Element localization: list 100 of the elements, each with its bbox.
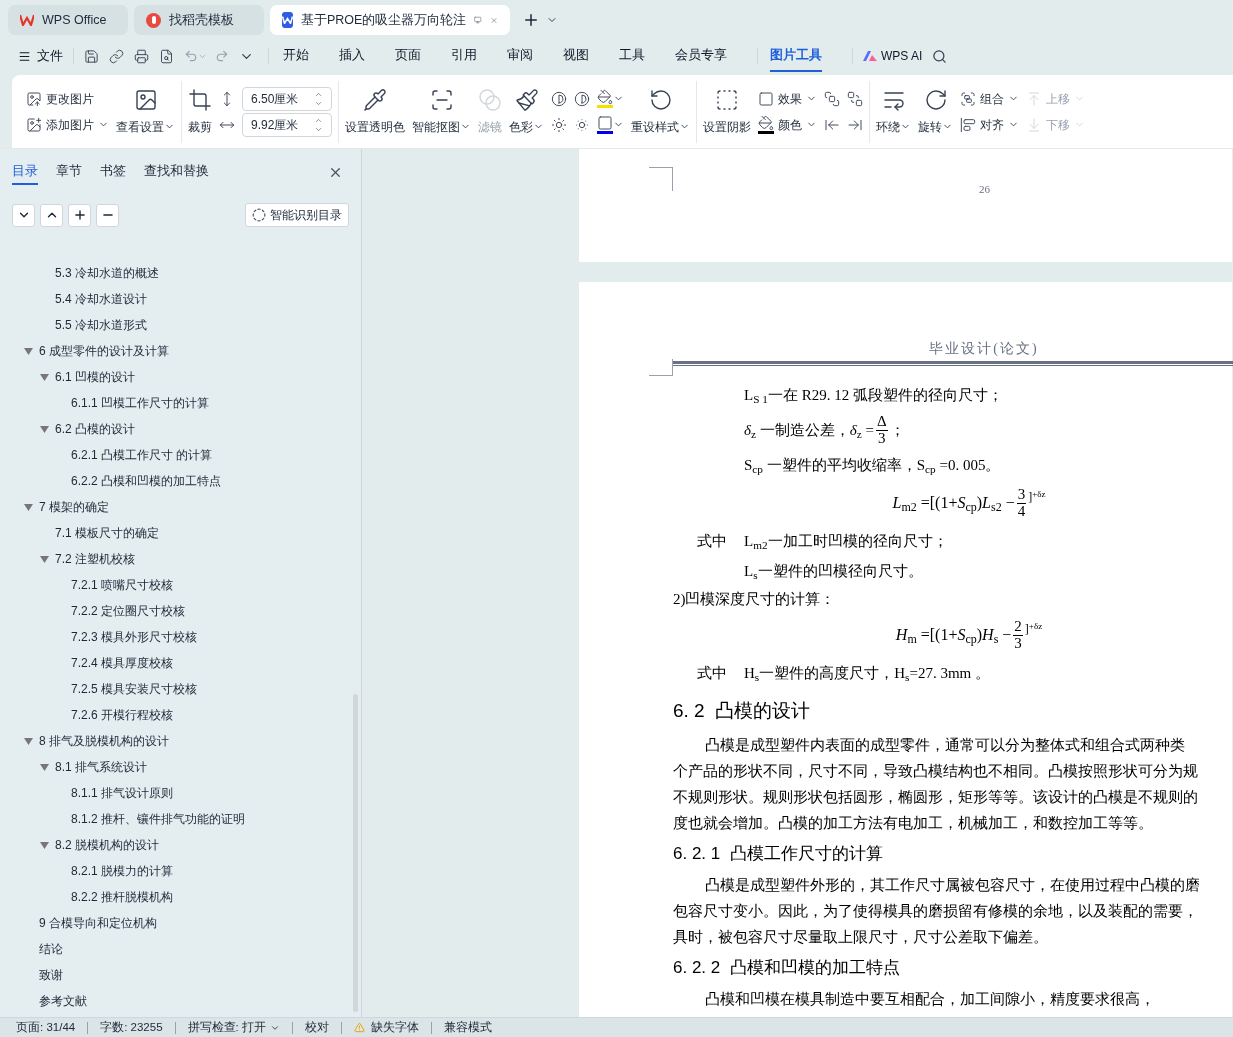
toc-item[interactable]: 8.1.1 排气设计原则 bbox=[0, 780, 347, 806]
ribbon-button[interactable]: 组合 bbox=[960, 85, 1019, 112]
save-icon[interactable] bbox=[84, 48, 99, 64]
ribbon-button[interactable]: 更改图片 bbox=[26, 85, 94, 112]
status-item[interactable]: 字数: 23255 bbox=[100, 1018, 163, 1037]
status-item[interactable]: 兼容模式 bbox=[443, 1018, 492, 1037]
ribbon-tab[interactable]: 开始 bbox=[283, 40, 309, 72]
ribbon-button[interactable]: 环绕 bbox=[876, 87, 911, 136]
expander-triangle-icon[interactable] bbox=[24, 347, 33, 355]
monitor-icon bbox=[474, 14, 482, 26]
expander-triangle-icon[interactable] bbox=[40, 425, 49, 433]
ribbon-button[interactable]: 设置透明色 bbox=[345, 87, 405, 136]
size-field[interactable]: 9.92厘米 bbox=[242, 112, 332, 137]
toc-item[interactable]: 参考文献 bbox=[0, 988, 347, 1014]
window-tab[interactable]: 找稻壳模板 bbox=[134, 5, 264, 35]
ribbon-button[interactable]: 裁剪 bbox=[188, 87, 212, 136]
search-icon[interactable] bbox=[932, 48, 948, 64]
ribbon-tab[interactable]: 审阅 bbox=[507, 40, 533, 72]
border-color-icon bbox=[597, 115, 613, 134]
ribbon-button[interactable]: 旋转 bbox=[918, 87, 953, 136]
expander-triangle-icon[interactable] bbox=[24, 503, 33, 511]
toc-item[interactable]: 8.2 脱模机构的设计 bbox=[0, 832, 347, 858]
expander-triangle-icon[interactable] bbox=[24, 737, 33, 745]
ribbon-button[interactable]: 重设样式 bbox=[631, 87, 690, 136]
ribbon-tab[interactable]: 图片工具 bbox=[770, 40, 822, 72]
toc-item[interactable]: 7.2.1 喷嘴尺寸校核 bbox=[0, 572, 347, 598]
ribbon-button[interactable]: 查看设置 bbox=[116, 87, 175, 136]
status-item[interactable]: 拼写检查: 打开 bbox=[187, 1018, 280, 1037]
print-preview-icon[interactable] bbox=[159, 48, 174, 64]
ribbon-tab[interactable]: 会员专享 bbox=[675, 40, 727, 72]
file-menu[interactable]: 文件 bbox=[18, 46, 63, 66]
ribbon-button[interactable]: 颜色 bbox=[758, 111, 817, 138]
sun-icon bbox=[574, 116, 590, 133]
ribbon-tab[interactable]: 页面 bbox=[395, 40, 421, 72]
ribbon-button[interactable]: 色彩 bbox=[509, 87, 544, 136]
status-item[interactable]: 缺失字体 bbox=[370, 1018, 419, 1037]
panel-tab[interactable]: 章节 bbox=[56, 159, 82, 185]
ribbon-button[interactable]: 效果 bbox=[758, 85, 817, 112]
toc-tool-button[interactable] bbox=[40, 203, 63, 227]
toc-item[interactable]: 6 成型零件的设计及计算 bbox=[0, 338, 347, 364]
toc-item[interactable]: 7.2.2 定位圈尺寸校核 bbox=[0, 598, 347, 624]
toc-item[interactable]: 7.2.5 模具安装尺寸校核 bbox=[0, 676, 347, 702]
toc-item[interactable]: 6.1 凹模的设计 bbox=[0, 364, 347, 390]
ribbon-tab[interactable]: 引用 bbox=[451, 40, 477, 72]
toc-item[interactable]: 8.2.1 脱模力的计算 bbox=[0, 858, 347, 884]
size-field[interactable]: 6.50厘米 bbox=[242, 86, 332, 111]
picture-icon bbox=[26, 90, 42, 107]
ribbon-tab[interactable]: 插入 bbox=[339, 40, 365, 72]
move-up-icon bbox=[1026, 90, 1042, 107]
toc-item[interactable]: 6.2 凸模的设计 bbox=[0, 416, 347, 442]
toc-item[interactable]: 7.2.3 模具外形尺寸校核 bbox=[0, 624, 347, 650]
toc-item[interactable]: 结论 bbox=[0, 936, 347, 962]
status-item[interactable]: 校对 bbox=[304, 1018, 329, 1037]
ai-button[interactable]: WPS AI bbox=[863, 47, 923, 65]
panel-tab[interactable]: 目录 bbox=[12, 159, 38, 185]
ribbon-tab[interactable]: 视图 bbox=[563, 40, 589, 72]
toc-item[interactable]: 8.1.2 推杆、镶件排气功能的证明 bbox=[0, 806, 347, 832]
ribbon-button[interactable]: 智能抠图 bbox=[412, 87, 471, 136]
smart-toc-button[interactable]: 智能识别目录 bbox=[245, 203, 349, 227]
toc-item[interactable]: 6.2.2 凸模和凹模的加工特点 bbox=[0, 468, 347, 494]
print-icon[interactable] bbox=[134, 48, 149, 64]
expander-triangle-icon[interactable] bbox=[40, 555, 49, 563]
toc-item[interactable]: 5.3 冷却水道的概述 bbox=[0, 260, 347, 286]
expander-triangle-icon[interactable] bbox=[40, 841, 49, 849]
toc-item[interactable]: 7.1 模板尺寸的确定 bbox=[0, 520, 347, 546]
link-icon[interactable] bbox=[109, 48, 124, 64]
expander-triangle-icon[interactable] bbox=[40, 763, 49, 771]
redo-icon[interactable] bbox=[215, 49, 229, 63]
toc-tool-button[interactable] bbox=[12, 203, 35, 227]
expander-triangle-icon[interactable] bbox=[40, 373, 49, 381]
toc-item[interactable]: 7.2.6 开模行程校核 bbox=[0, 702, 347, 728]
toc-item[interactable]: 5.4 冷却水道设计 bbox=[0, 286, 347, 312]
ribbon-tab[interactable]: 工具 bbox=[619, 40, 645, 72]
undo-icon[interactable] bbox=[184, 49, 198, 63]
ribbon-button[interactable]: 添加图片 bbox=[26, 111, 109, 138]
panel-tab[interactable]: 查找和替换 bbox=[144, 159, 209, 185]
ribbon-button[interactable]: 对齐 bbox=[960, 111, 1019, 138]
window-tab[interactable]: WPS Office bbox=[8, 5, 128, 35]
new-tab-icon[interactable] bbox=[522, 11, 540, 29]
toc-item[interactable]: 8 排气及脱模机构的设计 bbox=[0, 728, 347, 754]
toc-item[interactable]: 7.2.4 模具厚度校核 bbox=[0, 650, 347, 676]
contrast-icon bbox=[574, 90, 590, 107]
toc-item[interactable]: 5.5 冷却水道形式 bbox=[0, 312, 347, 338]
paragraph-line: 度也就会增加。凸模的加工方法有电加工，机械加工，和数控加工等等。 bbox=[673, 813, 1154, 833]
definition-text: H$_{s}$一塑件的高度尺寸，H$_{s}$=27. 3mm 。 bbox=[744, 663, 990, 685]
toc-item[interactable]: 7 模架的确定 bbox=[0, 494, 347, 520]
toc-item[interactable]: 8.1 排气系统设计 bbox=[0, 754, 347, 780]
window-tab[interactable]: 基于PROE的吸尘器万向轮注 bbox=[270, 5, 510, 35]
panel-tab[interactable]: 书签 bbox=[100, 159, 126, 185]
toc-item[interactable]: 8.2.2 推杆脱模机构 bbox=[0, 884, 347, 910]
toc-item[interactable]: 6.2.1 凸模工作尺寸 的计算 bbox=[0, 442, 347, 468]
status-item[interactable]: 页面: 31/44 bbox=[16, 1018, 76, 1037]
ribbon-button[interactable]: 设置阴影 bbox=[703, 87, 751, 136]
toc-item[interactable]: 致谢 bbox=[0, 962, 347, 988]
toc-tool-button[interactable] bbox=[96, 203, 119, 227]
toc-item[interactable]: 6.1.1 凹模工作尺寸的计算 bbox=[0, 390, 347, 416]
body-text: 2)凹模深度尺寸的计算： bbox=[673, 589, 836, 609]
toc-item[interactable]: 9 合模导向和定位机构 bbox=[0, 910, 347, 936]
toc-item[interactable]: 7.2 注塑机校核 bbox=[0, 546, 347, 572]
toc-tool-button[interactable] bbox=[68, 203, 91, 227]
